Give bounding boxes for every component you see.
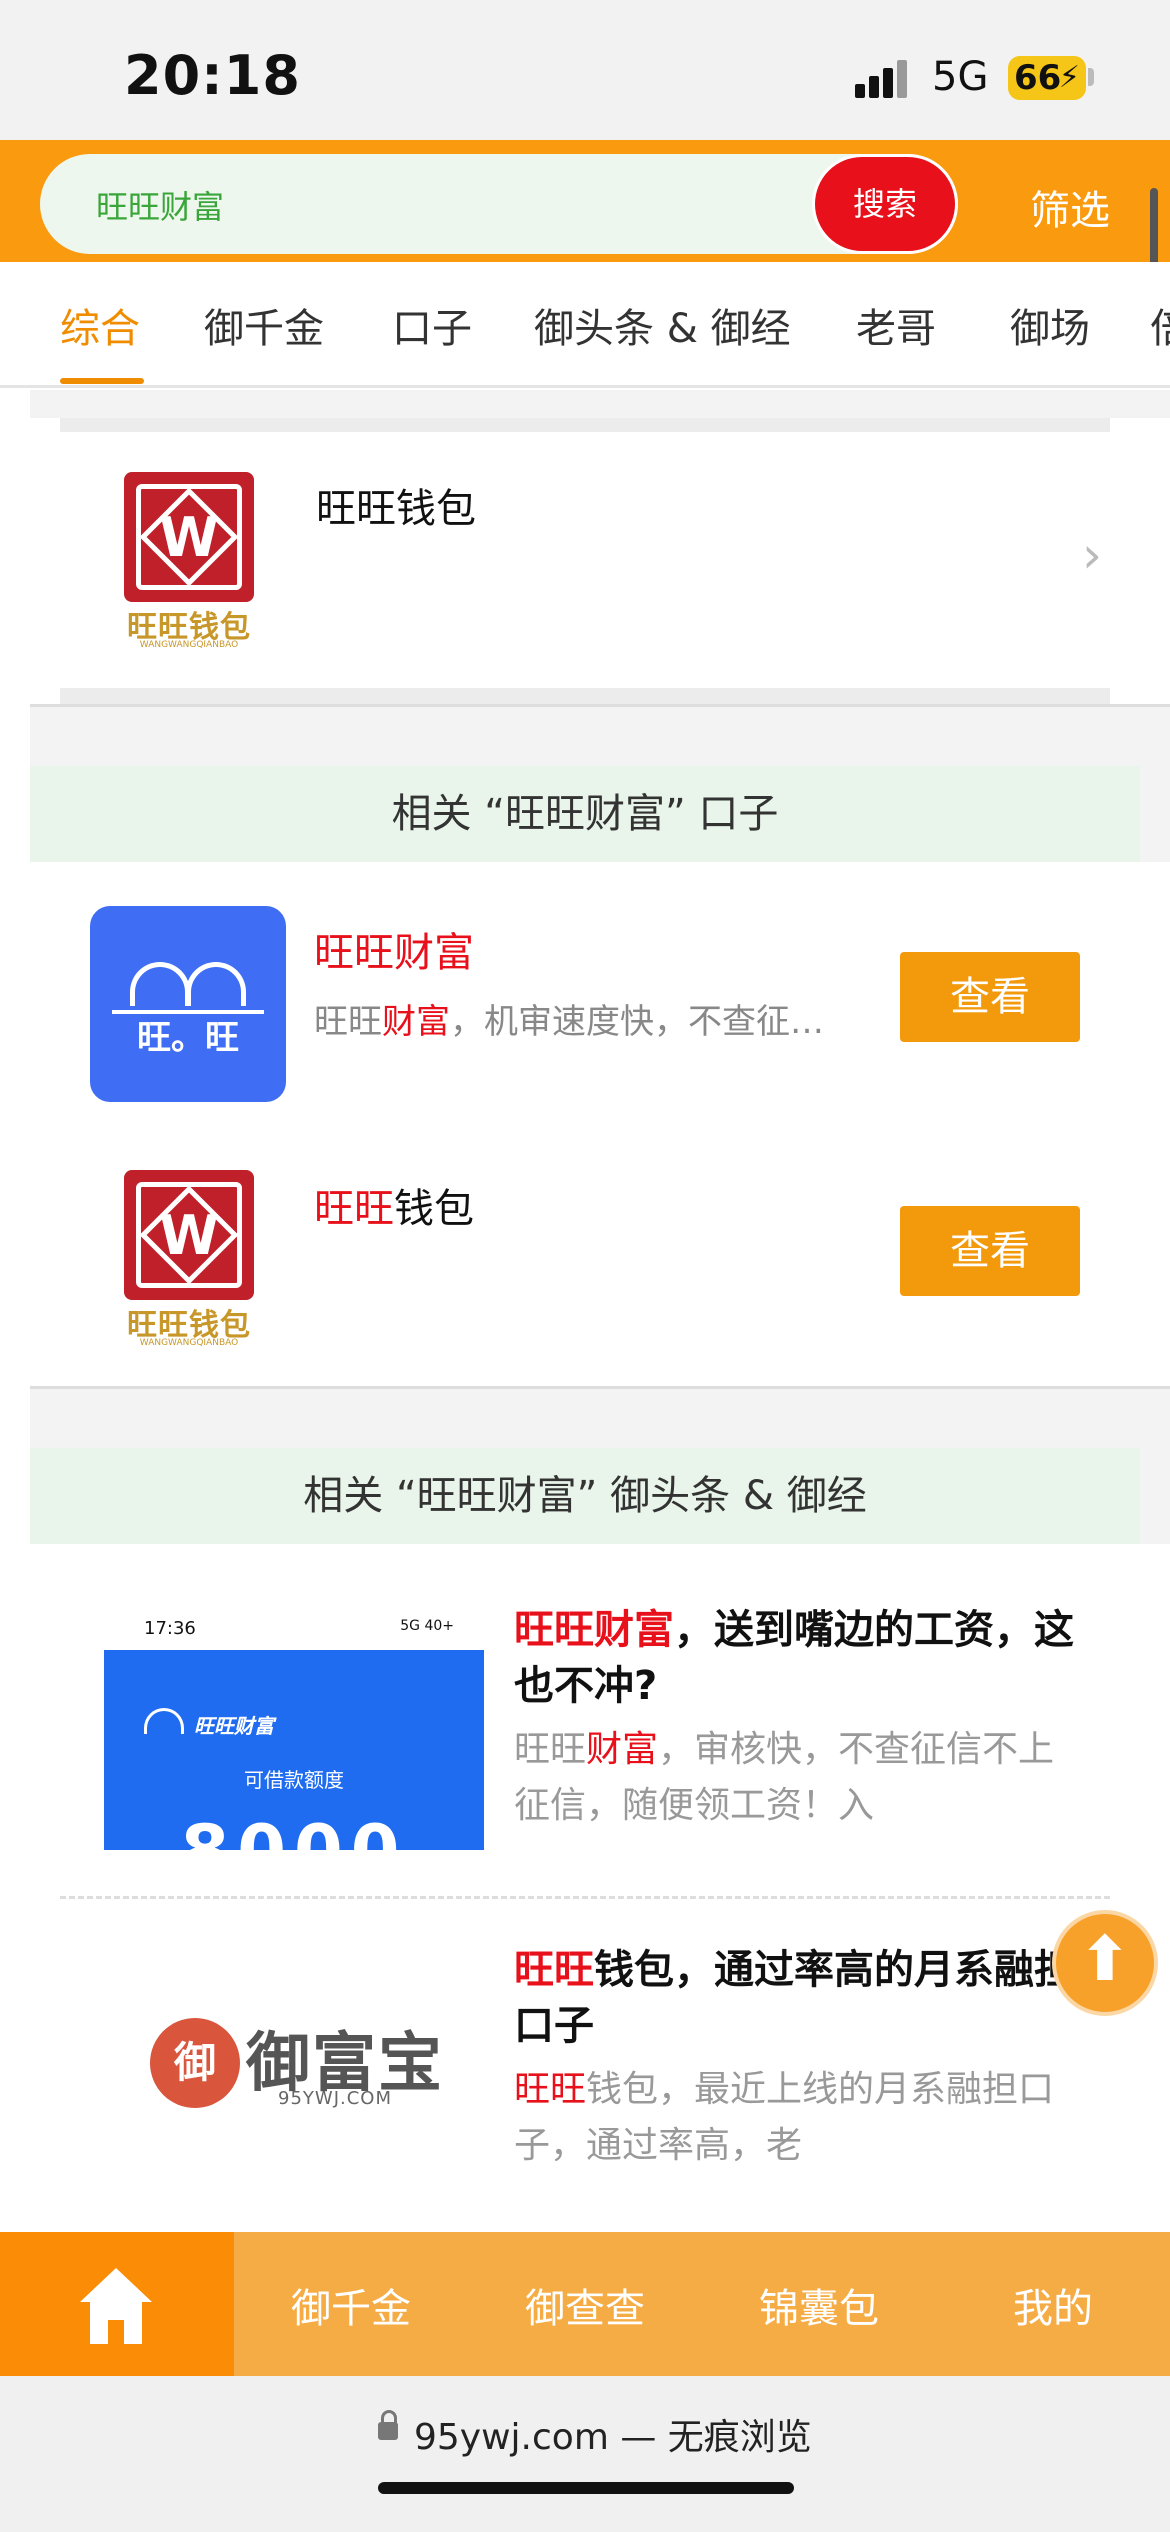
battery-tip bbox=[1088, 68, 1094, 86]
home-indicator[interactable] bbox=[378, 2482, 794, 2494]
tab-yuchang[interactable]: 御场 bbox=[1010, 296, 1090, 354]
category-tabs: 综合 御千金 口子 御头条 & 御经 老哥 御场 倍 bbox=[0, 262, 1170, 388]
tab-yutoutiao[interactable]: 御头条 & 御经 bbox=[534, 296, 791, 354]
wangwang-wallet-logo: W 旺旺钱包 WANGWANGQIANBAO bbox=[124, 472, 254, 652]
top-result-card[interactable]: W 旺旺钱包 WANGWANGQIANBAO 旺旺钱包 › bbox=[30, 418, 1170, 704]
home-icon bbox=[80, 2268, 152, 2344]
thumb-amount-label: 可借款额度 bbox=[244, 1768, 344, 1792]
article-desc: 旺旺财富，审核快，不查征信不上征信，随便领工资！入 bbox=[514, 1729, 1055, 1826]
koupu-item-title: 旺旺财富 bbox=[314, 930, 474, 976]
card-divider bbox=[60, 688, 1110, 704]
search-button[interactable]: 搜索 bbox=[812, 154, 958, 254]
lock-icon bbox=[378, 2410, 398, 2440]
status-time: 20:18 bbox=[124, 44, 301, 107]
article-divider bbox=[60, 1896, 1110, 1899]
thumb-amount: 8000 bbox=[104, 1810, 484, 1850]
back-to-top-button[interactable]: ⬆ bbox=[1052, 1910, 1158, 2016]
filter-button[interactable]: 筛选 bbox=[1030, 178, 1110, 236]
active-tab-underline bbox=[60, 378, 144, 384]
thumb-time: 17:36 bbox=[144, 1618, 196, 1639]
tab-laoge[interactable]: 老哥 bbox=[856, 296, 936, 354]
tab-kouzi[interactable]: 口子 bbox=[392, 296, 472, 354]
nav-yuqianjin[interactable]: 御千金 bbox=[234, 2276, 468, 2334]
article-title[interactable]: 旺旺钱包，通过率高的月系融担口子 bbox=[514, 1942, 1074, 2054]
section-divider bbox=[30, 704, 1170, 707]
koupu-item-title: 旺旺钱包 bbox=[314, 1186, 474, 1232]
status-bar: 20:18 5G 66 ⚡ bbox=[0, 0, 1170, 140]
tab-yuqianjin[interactable]: 御千金 bbox=[204, 296, 324, 354]
nav-mine[interactable]: 我的 bbox=[936, 2276, 1170, 2334]
news-section-header: 相关 “旺旺财富” 御头条 & 御经 bbox=[30, 1448, 1140, 1544]
wangwang-wallet-logo: W 旺旺钱包 WANGWANGQIANBAO bbox=[124, 1170, 254, 1350]
search-header: 旺旺财富 搜索 筛选 bbox=[0, 140, 1170, 262]
card-divider bbox=[60, 418, 1110, 432]
nav-jinnangbao[interactable]: 锦囊包 bbox=[702, 2276, 936, 2334]
article-thumbnail: 17:36 5G 40+ 旺旺财富 可借款额度 8000 bbox=[104, 1606, 484, 1850]
view-button[interactable]: 查看 bbox=[900, 952, 1080, 1042]
section-divider bbox=[30, 1386, 1170, 1389]
address-url: 95ywj.com — 无痕浏览 bbox=[414, 2417, 812, 2458]
koupu-section-header: 相关 “旺旺财富” 口子 bbox=[30, 766, 1140, 862]
wangwang-icon bbox=[144, 1708, 184, 1734]
nav-yuchacha[interactable]: 御查查 bbox=[468, 2276, 702, 2334]
wangwang-wealth-app-icon: 旺。旺 bbox=[90, 906, 286, 1102]
battery-level: 66 bbox=[1014, 58, 1062, 98]
article-desc: 旺旺钱包，最近上线的月系融担口子，通过率高，老 bbox=[514, 2069, 1055, 2166]
yufubao-logo: 御 御富宝 95YWJ.COM bbox=[150, 2012, 450, 2112]
chevron-right-icon: › bbox=[1082, 526, 1102, 584]
thumb-status: 5G 40+ bbox=[400, 1618, 454, 1634]
koupu-item-desc: 旺旺财富，机审速度快，不查征… bbox=[314, 1002, 824, 1042]
arrow-up-icon: ⬆ bbox=[1079, 1922, 1131, 1995]
bottom-nav: 御千金 御查查 锦囊包 我的 bbox=[0, 2232, 1170, 2376]
article-title[interactable]: 旺旺财富，送到嘴边的工资，这也不冲? bbox=[514, 1602, 1074, 1714]
battery-icon: 66 ⚡ bbox=[1008, 56, 1086, 100]
search-query: 旺旺财富 bbox=[96, 188, 225, 226]
tab-more[interactable]: 倍 bbox=[1150, 296, 1170, 354]
view-button[interactable]: 查看 bbox=[900, 1206, 1080, 1296]
network-label: 5G bbox=[932, 54, 989, 100]
browser-address-bar[interactable]: 95ywj.com — 无痕浏览 bbox=[0, 2376, 1170, 2532]
thumb-app-name: 旺旺财富 bbox=[194, 1714, 274, 1738]
nav-home[interactable] bbox=[0, 2232, 234, 2376]
top-result-title: 旺旺钱包 bbox=[316, 486, 476, 532]
tab-zonghe[interactable]: 综合 bbox=[60, 296, 140, 354]
signal-icon bbox=[855, 58, 913, 98]
